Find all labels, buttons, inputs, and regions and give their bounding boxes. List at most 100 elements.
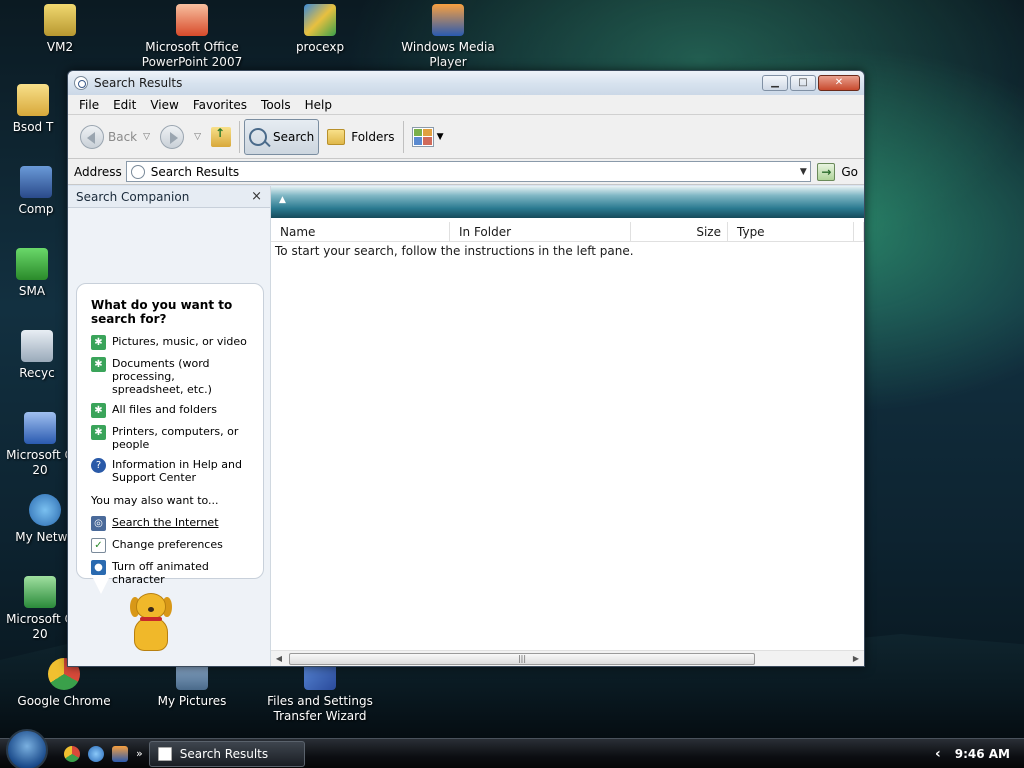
powerpoint-icon bbox=[176, 4, 208, 36]
scroll-right-icon[interactable]: ▶ bbox=[848, 654, 864, 663]
folder-up-icon bbox=[210, 126, 231, 147]
search-companion-pane: Search Companion × What do you want to s… bbox=[68, 186, 271, 666]
up-button[interactable] bbox=[207, 119, 235, 155]
internet-search-icon: ◎ bbox=[91, 516, 106, 531]
column-size[interactable]: Size bbox=[631, 222, 728, 241]
excel-icon bbox=[24, 576, 56, 608]
menu-file[interactable]: File bbox=[72, 98, 106, 112]
option-all-files-folders[interactable]: ✱ All files and folders bbox=[91, 403, 249, 418]
taskbar-search-results[interactable]: Search Results bbox=[148, 740, 305, 767]
maximize-button[interactable]: □ bbox=[790, 75, 816, 91]
desktop-icon-recycle-bin[interactable]: Recyc bbox=[0, 330, 77, 381]
forward-button[interactable] bbox=[156, 119, 192, 155]
back-label: Back bbox=[108, 129, 138, 144]
results-column-headers: Name In Folder Size Type bbox=[271, 222, 864, 242]
close-button[interactable]: ✕ bbox=[818, 75, 860, 91]
scroll-left-icon[interactable]: ◀ bbox=[271, 654, 287, 663]
computer-icon bbox=[20, 166, 52, 198]
quick-launch: » bbox=[64, 745, 143, 762]
menu-favorites[interactable]: Favorites bbox=[186, 98, 254, 112]
column-type[interactable]: Type bbox=[728, 222, 854, 241]
desktop-icon-sma[interactable]: SMA bbox=[0, 248, 72, 299]
go-button[interactable]: → Go bbox=[817, 162, 858, 181]
results-pane: ▲ Name In Folder Size Type To start your… bbox=[271, 186, 864, 666]
horizontal-scrollbar[interactable]: ◀ ||| ▶ bbox=[271, 650, 864, 666]
column-in-folder[interactable]: In Folder bbox=[450, 222, 631, 241]
window-title: Search Results bbox=[94, 76, 183, 90]
search-icon bbox=[248, 127, 267, 146]
toolbar: Back ▽ ▽ Search Folders ▼ bbox=[68, 115, 864, 159]
menu-tools[interactable]: Tools bbox=[254, 98, 298, 112]
word-icon bbox=[24, 412, 56, 444]
media-player-icon bbox=[432, 4, 464, 36]
results-empty-message: To start your search, follow the instruc… bbox=[275, 244, 634, 258]
also-want-label: You may also want to... bbox=[91, 494, 219, 507]
desktop-icon-media-player[interactable]: Windows Media Player bbox=[383, 4, 513, 70]
taskbar: » Search Results ‹ 9:46 AM bbox=[0, 728, 1024, 768]
search-label: Search bbox=[272, 129, 315, 144]
forward-dropdown-icon[interactable]: ▽ bbox=[194, 132, 201, 142]
address-input[interactable]: Search Results ▼ bbox=[125, 161, 812, 182]
toolbar-separator bbox=[238, 120, 240, 153]
address-dropdown-icon[interactable]: ▼ bbox=[796, 167, 810, 177]
option-search-internet[interactable]: ◎ Search the Internet bbox=[91, 516, 249, 531]
menu-bar: File Edit View Favorites Tools Help bbox=[68, 95, 864, 115]
results-banner: ▲ bbox=[271, 186, 864, 218]
desktop-icon-computer[interactable]: Comp bbox=[0, 166, 76, 217]
search-dog-character[interactable] bbox=[122, 593, 182, 657]
desktop-icon-bsod[interactable]: Bsod T bbox=[0, 84, 73, 135]
search-question: What do you want to search for? bbox=[91, 298, 233, 326]
tray-expand-icon[interactable]: ‹ bbox=[935, 746, 941, 762]
close-pane-icon[interactable]: × bbox=[251, 189, 262, 204]
chrome-icon[interactable] bbox=[64, 745, 80, 762]
back-dropdown-icon[interactable]: ▽ bbox=[143, 132, 150, 142]
back-button[interactable]: Back bbox=[76, 119, 141, 155]
option-pictures-music-video[interactable]: ✱ Pictures, music, or video bbox=[91, 335, 249, 350]
go-arrow-icon: → bbox=[817, 162, 836, 181]
forward-arrow-icon bbox=[160, 124, 185, 149]
media-player-icon[interactable] bbox=[112, 745, 128, 762]
menu-help[interactable]: Help bbox=[298, 98, 339, 112]
search-companion-header: Search Companion × bbox=[68, 186, 270, 208]
search-button[interactable]: Search bbox=[243, 118, 320, 155]
minimize-button[interactable]: ▁ bbox=[762, 75, 788, 91]
search-window-icon bbox=[157, 746, 172, 761]
title-bar[interactable]: Search Results ▁ □ ✕ bbox=[68, 71, 864, 95]
desktop-icon-procexp[interactable]: procexp bbox=[255, 4, 385, 55]
option-change-preferences[interactable]: ✓ Change preferences bbox=[91, 538, 249, 553]
menu-edit[interactable]: Edit bbox=[106, 98, 143, 112]
views-icon bbox=[411, 126, 434, 147]
internet-explorer-icon[interactable] bbox=[88, 745, 104, 762]
column-name[interactable]: Name bbox=[271, 222, 450, 241]
quick-launch-more-icon[interactable]: » bbox=[136, 747, 143, 760]
column-more[interactable] bbox=[854, 222, 864, 241]
address-bar: Address Search Results ▼ → Go bbox=[68, 159, 864, 185]
search-companion-title: Search Companion bbox=[76, 189, 190, 204]
recycle-bin-icon bbox=[21, 330, 53, 362]
option-help-support[interactable]: ? Information in Help and Support Center bbox=[91, 458, 249, 484]
clock[interactable]: 9:46 AM bbox=[955, 747, 1010, 761]
toolbar-separator bbox=[402, 120, 404, 153]
desktop-icon-powerpoint[interactable]: Microsoft Office PowerPoint 2007 bbox=[127, 4, 257, 70]
menu-view[interactable]: View bbox=[143, 98, 185, 112]
option-documents[interactable]: ✱ Documents (word processing, spreadshee… bbox=[91, 357, 249, 396]
folders-button[interactable]: Folders bbox=[323, 119, 398, 155]
system-tray: ‹ 9:46 AM bbox=[935, 746, 1024, 762]
views-button[interactable]: ▼ bbox=[408, 119, 448, 155]
collapse-arrow-icon[interactable]: ▲ bbox=[279, 195, 286, 205]
network-icon bbox=[29, 494, 61, 526]
start-button[interactable] bbox=[6, 728, 48, 768]
desktop-icon-transfer-wizard[interactable]: Files and Settings Transfer Wizard bbox=[255, 658, 385, 724]
address-value: Search Results bbox=[150, 164, 240, 179]
character-icon: ● bbox=[91, 560, 106, 575]
option-printers-computers-people[interactable]: ✱ Printers, computers, or people bbox=[91, 425, 249, 451]
arrow-icon: ✱ bbox=[91, 335, 106, 350]
procexp-icon bbox=[304, 4, 336, 36]
sma-icon bbox=[16, 248, 48, 280]
checkmark-icon: ✓ bbox=[91, 538, 106, 553]
scroll-thumb[interactable]: ||| bbox=[289, 653, 755, 665]
folder-icon bbox=[327, 128, 346, 145]
desktop-icon-vm2[interactable]: VM2 bbox=[0, 4, 125, 55]
option-turn-off-character[interactable]: ● Turn off animated character bbox=[91, 560, 249, 586]
search-results-window[interactable]: Search Results ▁ □ ✕ File Edit View Favo… bbox=[67, 70, 865, 667]
